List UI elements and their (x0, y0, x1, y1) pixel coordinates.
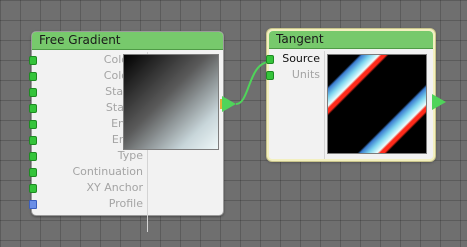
port-source[interactable]: Source (266, 51, 324, 67)
port-label: Type (117, 149, 143, 162)
tangent-output-port-icon[interactable] (432, 94, 446, 110)
port-continuation[interactable]: Continuation (29, 164, 147, 180)
port-type[interactable]: Type (29, 148, 147, 164)
tangent-preview (327, 54, 427, 154)
free-gradient-node[interactable]: Free Gradient Color 1 Color 2 Start X St… (29, 31, 224, 232)
free-gradient-title[interactable]: Free Gradient (32, 32, 223, 50)
port-label: Continuation (72, 165, 143, 178)
port-connector-icon[interactable] (29, 136, 37, 145)
port-connector-icon[interactable] (29, 168, 37, 177)
port-units[interactable]: Units (266, 67, 324, 83)
port-connector-icon[interactable] (29, 88, 37, 97)
free-gradient-output-port-icon[interactable] (222, 96, 236, 112)
port-connector-icon[interactable] (266, 55, 274, 64)
port-profile[interactable]: Profile (29, 196, 147, 212)
port-connector-icon[interactable] (29, 56, 37, 65)
port-label: Profile (108, 197, 143, 210)
port-xy-anchor[interactable]: XY Anchor (29, 180, 147, 196)
port-connector-icon[interactable] (29, 120, 37, 129)
tangent-title[interactable]: Tangent (269, 31, 433, 49)
port-connector-icon[interactable] (266, 71, 274, 80)
port-connector-icon[interactable] (29, 72, 37, 81)
free-gradient-preview (123, 54, 219, 150)
port-connector-icon[interactable] (29, 184, 37, 193)
profile-connector-icon[interactable] (29, 200, 37, 209)
port-connector-icon[interactable] (29, 104, 37, 113)
port-connector-icon[interactable] (29, 152, 37, 161)
port-label: Units (291, 68, 320, 81)
port-label: Source (282, 52, 320, 65)
port-label: XY Anchor (86, 181, 143, 194)
tangent-node[interactable]: Tangent Source Units (266, 29, 435, 161)
tangent-port-list: Source Units (266, 51, 325, 159)
